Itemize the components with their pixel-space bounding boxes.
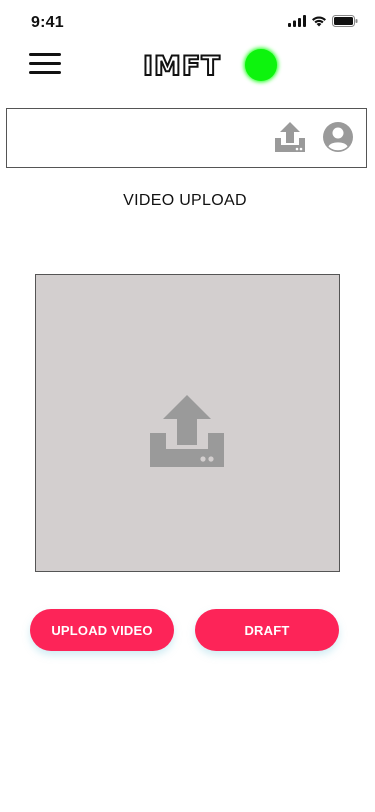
menu-line [29, 71, 61, 74]
draft-button[interactable]: DRAFT [195, 609, 339, 651]
app-header: IMFT [0, 44, 375, 96]
upload-icon[interactable] [274, 121, 306, 153]
upload-icon [150, 395, 224, 467]
battery-icon [332, 15, 358, 27]
wifi-icon [312, 16, 326, 27]
upload-video-button[interactable]: UPLOAD VIDEO [30, 609, 174, 651]
logo-dot [245, 49, 277, 81]
page-title: VIDEO UPLOAD [123, 192, 247, 209]
menu-line [29, 53, 61, 56]
video-dropzone[interactable] [35, 274, 340, 572]
status-bar: 9:41 [0, 0, 375, 44]
toolbar-box [6, 108, 367, 168]
menu-line [29, 62, 61, 65]
status-time: 9:41 [31, 14, 64, 31]
hamburger-menu-icon[interactable] [29, 52, 61, 76]
app-logo[interactable]: IMFT [142, 46, 283, 86]
status-icons [288, 15, 358, 27]
logo-text: IMFT [142, 51, 221, 83]
profile-icon[interactable] [322, 121, 354, 153]
signal-icon [288, 15, 306, 27]
